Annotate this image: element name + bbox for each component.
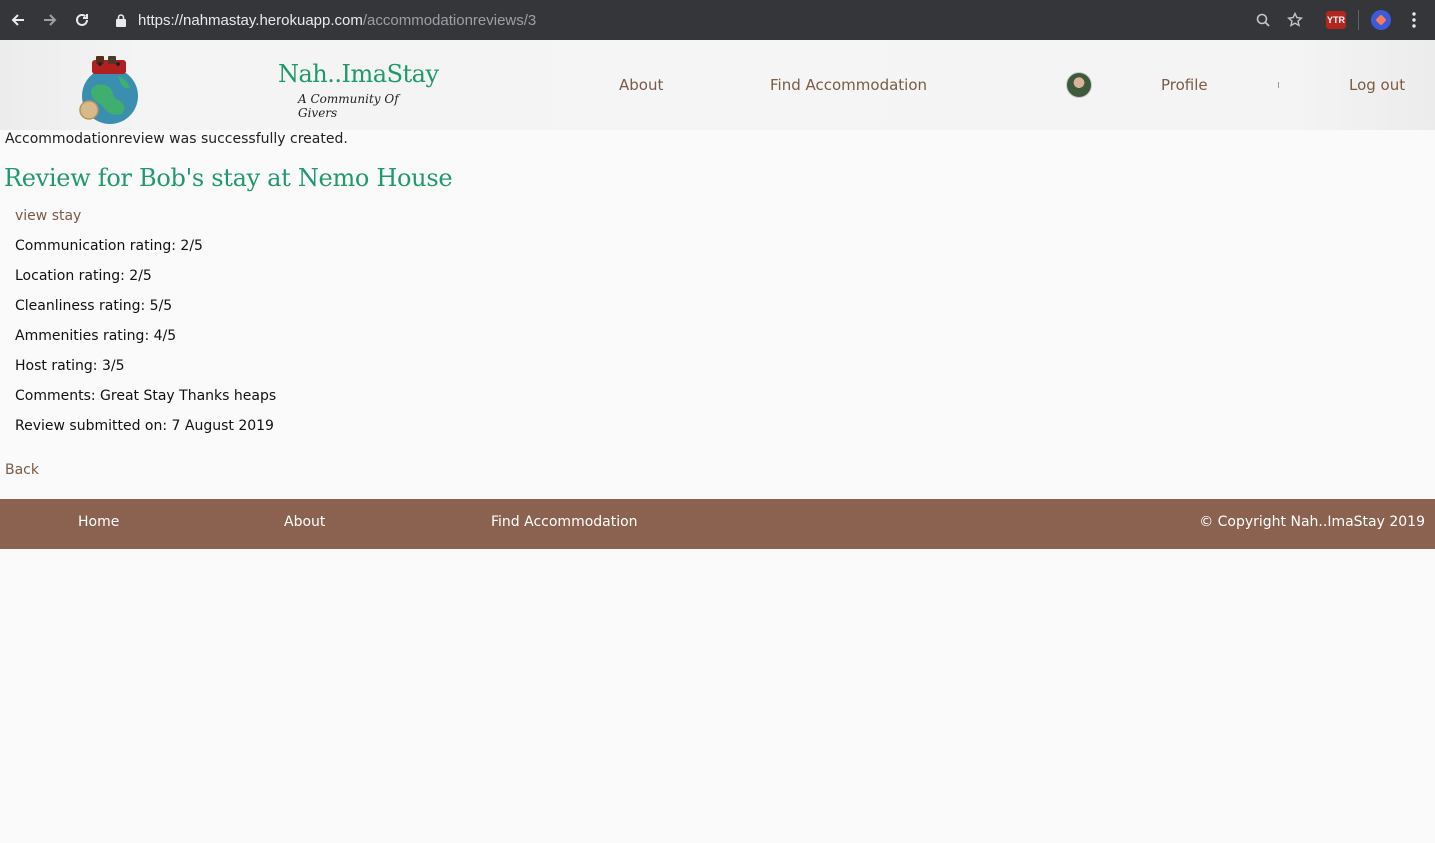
brand-subtitle: A Community Of Givers xyxy=(298,92,399,120)
browser-toolbar: https://nahmastay.herokuapp.com/accommod… xyxy=(0,0,1435,40)
comments: Comments: Great Stay Thanks heaps xyxy=(15,388,277,404)
nav-divider xyxy=(1278,82,1279,88)
avatar[interactable] xyxy=(1066,72,1092,98)
nav-logout[interactable]: Log out xyxy=(1349,76,1405,94)
toolbar-divider xyxy=(1358,10,1359,30)
page-title: Review for Bob's stay at Nemo House xyxy=(4,164,453,192)
forward-arrow-icon[interactable] xyxy=(34,0,66,40)
cleanliness-rating: Cleanliness rating: 5/5 xyxy=(15,298,173,314)
extension-icon[interactable] xyxy=(1371,10,1391,30)
lock-icon xyxy=(114,13,128,27)
copyright: © Copyright Nah..ImaStay 2019 xyxy=(1199,514,1425,530)
bookmark-star-icon[interactable] xyxy=(1286,11,1304,29)
zoom-icon[interactable] xyxy=(1254,11,1272,29)
url-host: https://nahmastay.herokuapp.com xyxy=(138,11,363,29)
globe-logo-icon[interactable] xyxy=(78,54,142,126)
menu-kebab-icon[interactable] xyxy=(1404,10,1424,30)
host-rating: Host rating: 3/5 xyxy=(15,358,125,374)
site-footer: Home About Find Accommodation © Copyrigh… xyxy=(0,499,1435,549)
footer-about[interactable]: About xyxy=(284,514,325,530)
brand-title: Nah..ImaStay xyxy=(278,60,439,88)
back-link[interactable]: Back xyxy=(5,462,39,478)
view-stay-link[interactable]: view stay xyxy=(15,208,81,224)
communication-rating: Communication rating: 2/5 xyxy=(15,238,203,254)
footer-find-accommodation[interactable]: Find Accommodation xyxy=(491,514,638,530)
footer-home[interactable]: Home xyxy=(78,514,119,530)
url-text: https://nahmastay.herokuapp.com/accommod… xyxy=(138,12,536,29)
nav-profile[interactable]: Profile xyxy=(1161,76,1208,94)
success-notice: Accommodationreview was successfully cre… xyxy=(5,131,348,147)
review-date: Review submitted on: 7 August 2019 xyxy=(15,418,274,434)
ammenities-rating: Ammenities rating: 4/5 xyxy=(15,328,177,344)
site-header: Nah..ImaStay A Community Of Givers About… xyxy=(0,40,1435,130)
url-path: /accommodationreviews/3 xyxy=(362,11,537,29)
extension-ytr-icon[interactable]: YTR xyxy=(1326,11,1346,29)
back-arrow-icon[interactable] xyxy=(2,0,34,40)
location-rating: Location rating: 2/5 xyxy=(15,268,152,284)
nav-find-accommodation[interactable]: Find Accommodation xyxy=(770,76,927,94)
reload-icon[interactable] xyxy=(66,0,98,40)
brand[interactable]: Nah..ImaStay A Community Of Givers xyxy=(278,60,439,120)
nav-about[interactable]: About xyxy=(619,76,663,94)
address-bar[interactable]: https://nahmastay.herokuapp.com/accommod… xyxy=(104,5,1314,35)
